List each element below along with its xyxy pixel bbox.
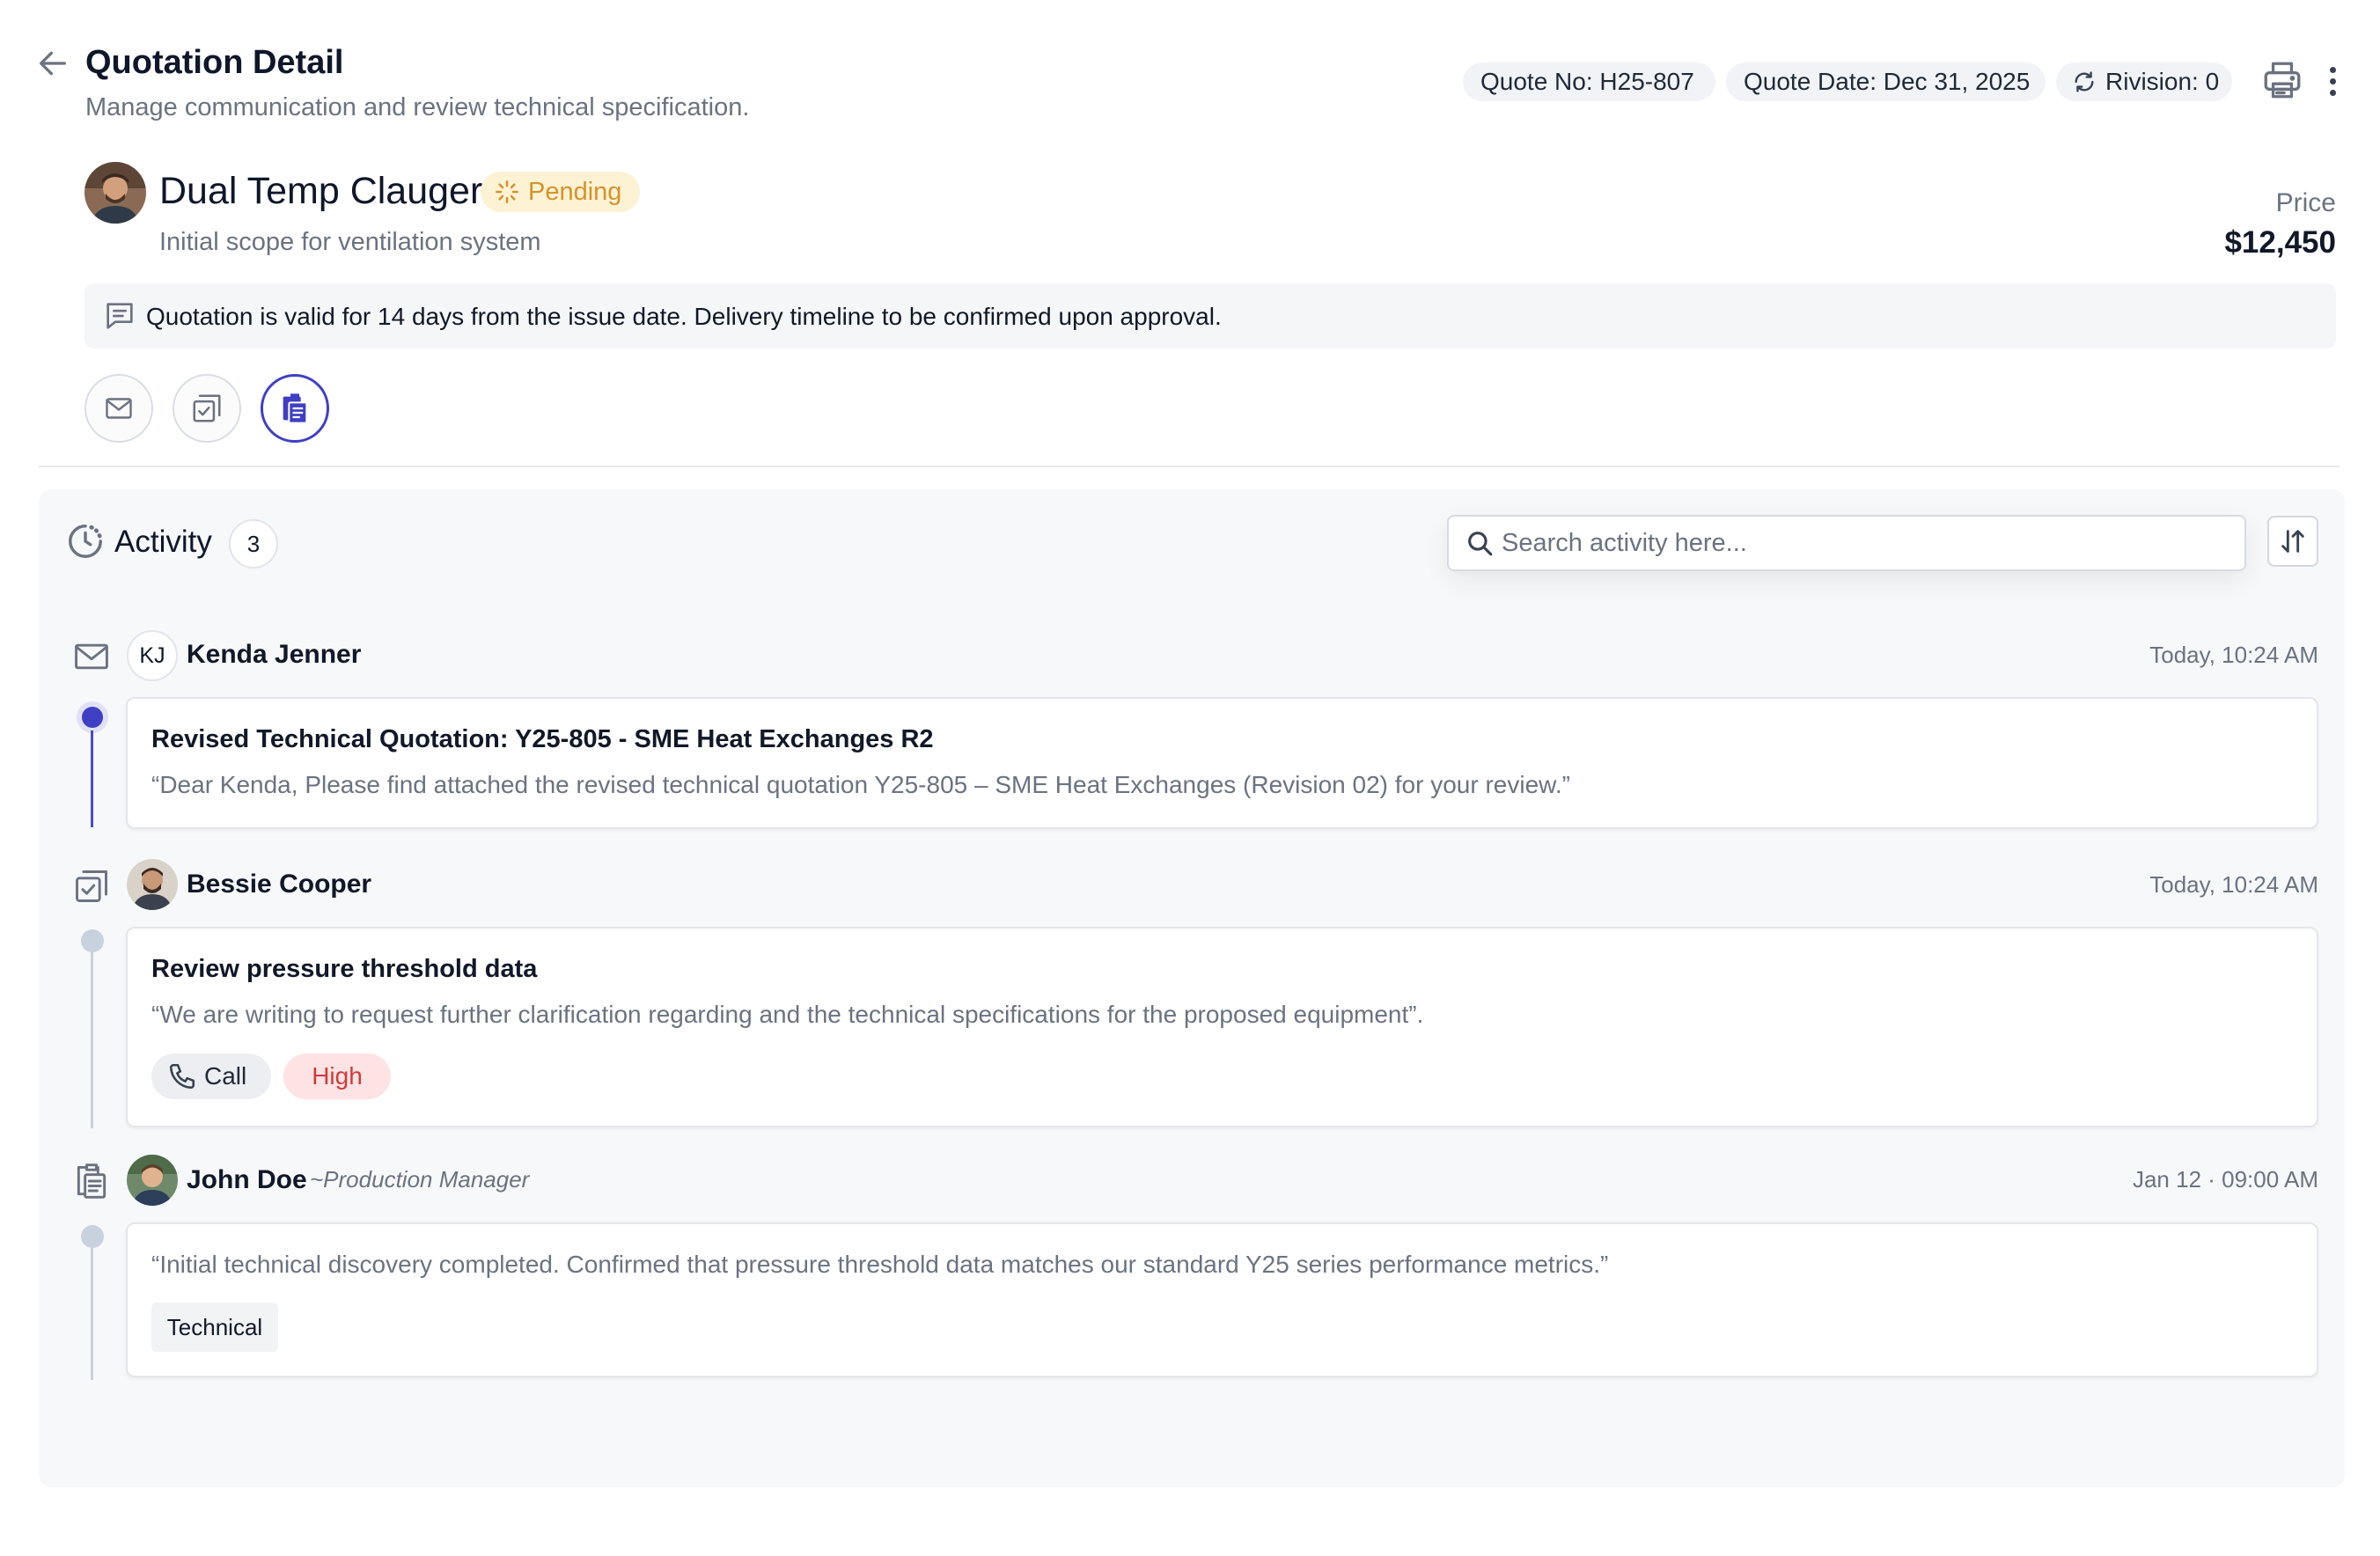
status-badge: Pending [481, 172, 640, 212]
revision-text: Rivision: 0 [2105, 68, 2220, 95]
timeline-dot [81, 1225, 104, 1248]
email-action-button[interactable] [84, 374, 153, 443]
customer-avatar [84, 162, 146, 224]
activity-author: Kenda Jenner [187, 640, 362, 669]
timeline-line [91, 1248, 93, 1380]
mail-icon [103, 393, 135, 424]
phone-icon [167, 1061, 197, 1091]
sort-icon [2278, 526, 2308, 556]
customer-description: Initial scope for ventilation system [159, 228, 541, 256]
timeline-line [91, 730, 93, 827]
technical-tag: Technical [151, 1303, 278, 1352]
activity-author: John Doe [187, 1165, 307, 1194]
timeline-dot-active [82, 707, 103, 728]
loader-icon [495, 180, 519, 204]
quotation-note-text: Quotation is valid for 14 days from the … [146, 303, 1222, 330]
task-icon [72, 867, 111, 906]
price-label: Price [2275, 188, 2336, 217]
notes-icon [277, 391, 312, 426]
message-icon [102, 298, 137, 334]
activity-timestamp: Today, 10:24 AM [2149, 871, 2318, 898]
avatar [127, 859, 178, 910]
priority-badge: High [283, 1053, 391, 1099]
activity-card-title: Review pressure threshold data [151, 955, 538, 983]
back-arrow-icon[interactable] [33, 44, 72, 83]
call-tag[interactable]: Call [151, 1053, 271, 1099]
sort-button[interactable] [2267, 516, 2318, 567]
call-tag-label: Call [204, 1062, 247, 1090]
quote-number-chip: Quote No: H25-807 [1463, 62, 1715, 101]
activity-count-badge: 3 [229, 519, 278, 569]
page-title: Quotation Detail [85, 44, 344, 81]
activity-author: Bessie Cooper [187, 870, 372, 899]
activity-card-body: “We are writing to request further clari… [151, 1001, 1424, 1028]
activity-card-body: “Initial technical discovery completed. … [151, 1251, 1609, 1278]
activity-card[interactable] [126, 1222, 2318, 1377]
avatar [127, 1155, 178, 1206]
search-icon [1465, 528, 1495, 558]
customer-name: Dual Temp Clauger [159, 170, 483, 212]
search-input[interactable] [1502, 521, 2223, 565]
refresh-icon [2072, 70, 2097, 94]
notes-icon [72, 1162, 111, 1200]
printer-icon[interactable] [2260, 58, 2304, 102]
activity-history-icon [65, 521, 106, 561]
activity-title: Activity [114, 525, 212, 559]
price-value: $12,450 [2224, 225, 2336, 260]
quote-number-text: Quote No: H25-807 [1480, 68, 1694, 95]
activity-card[interactable] [126, 697, 2318, 829]
revision-chip: Rivision: 0 [2056, 62, 2232, 101]
timeline-line [91, 952, 93, 1128]
avatar-initials: KJ [127, 630, 178, 681]
activity-card-title: Revised Technical Quotation: Y25-805 - S… [151, 725, 934, 753]
activity-timestamp: Jan 12 · 09:00 AM [2132, 1166, 2318, 1193]
task-icon [190, 392, 224, 425]
task-action-button[interactable] [173, 374, 241, 443]
section-divider [39, 466, 2340, 467]
quote-date-text: Quote Date: Dec 31, 2025 [1744, 68, 2031, 95]
author-role: ~Production Manager [310, 1166, 530, 1193]
more-options-icon[interactable] [2320, 62, 2345, 100]
timeline-dot [81, 929, 104, 952]
activity-card-body: “Dear Kenda, Please find attached the re… [151, 771, 1570, 798]
status-text: Pending [528, 177, 622, 206]
activity-timestamp: Today, 10:24 AM [2149, 642, 2318, 668]
quote-date-chip: Quote Date: Dec 31, 2025 [1726, 62, 2046, 101]
page-subtitle: Manage communication and review technica… [85, 93, 750, 121]
notes-action-button[interactable] [261, 374, 329, 443]
mail-icon [72, 637, 111, 676]
